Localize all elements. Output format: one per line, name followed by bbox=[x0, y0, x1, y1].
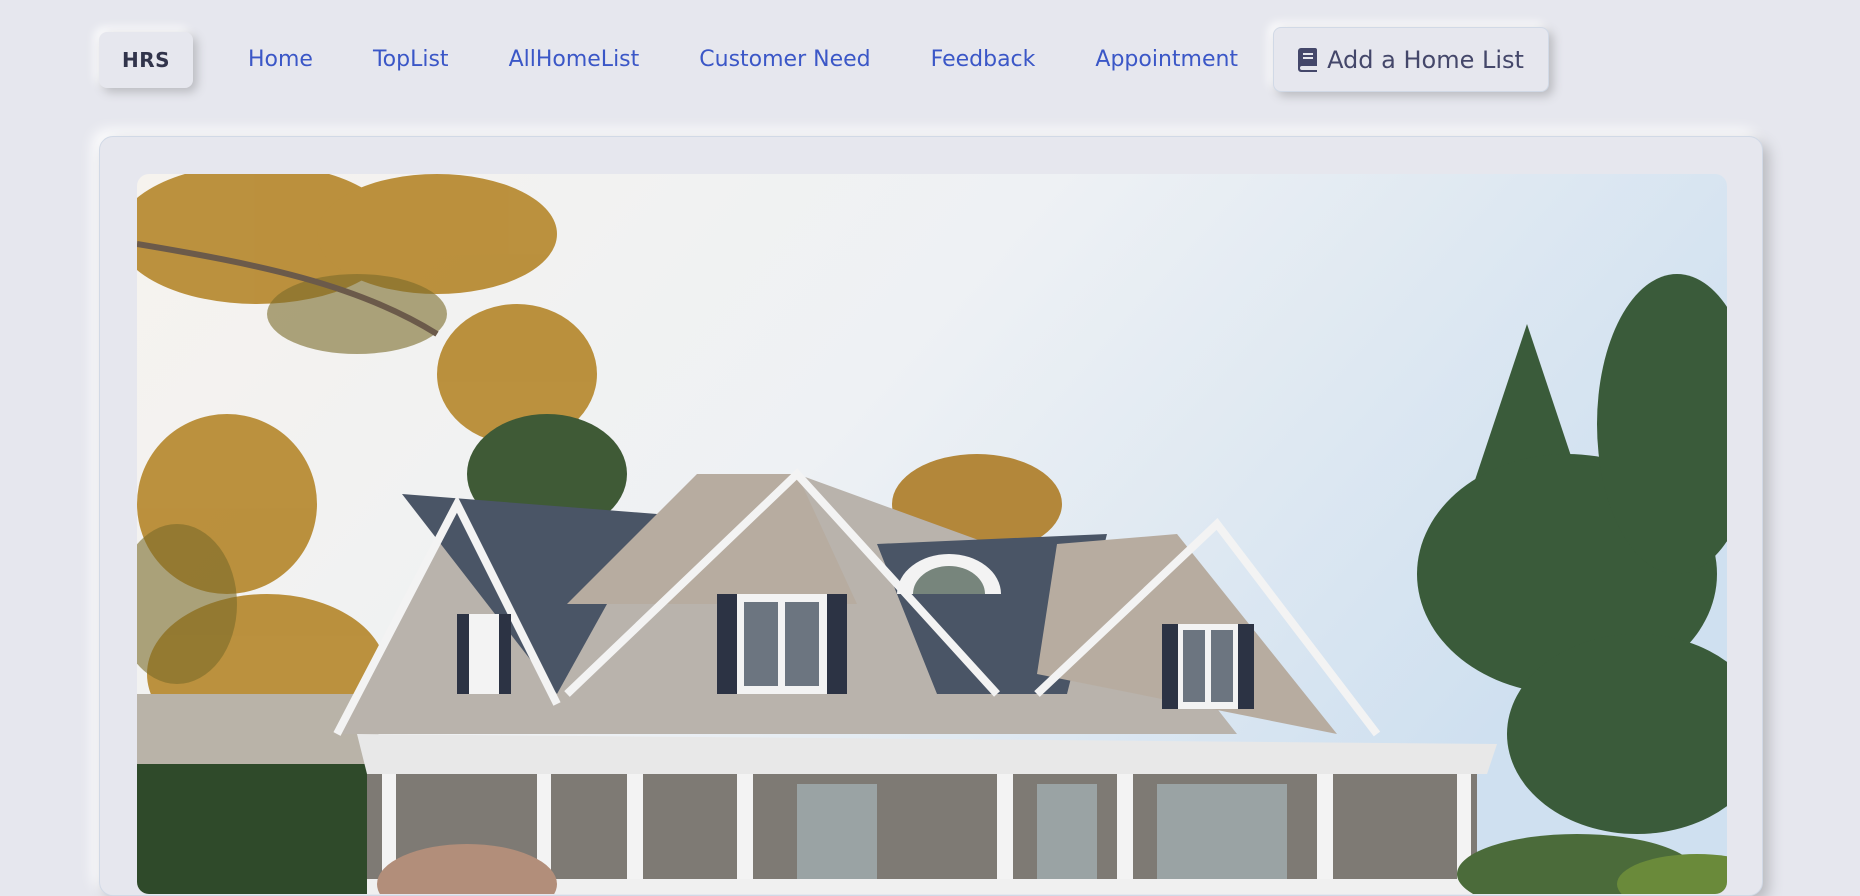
add-home-list-label: Add a Home List bbox=[1327, 45, 1524, 74]
navbar: HRS Home TopList AllHomeList Customer Ne… bbox=[99, 27, 1549, 92]
nav-link-appointment[interactable]: Appointment bbox=[1095, 47, 1238, 72]
nav-link-home[interactable]: Home bbox=[248, 47, 313, 72]
house-photo bbox=[137, 174, 1727, 894]
nav-links: Home TopList AllHomeList Customer Need F… bbox=[248, 47, 1238, 72]
add-home-list-button[interactable]: Add a Home List bbox=[1273, 27, 1549, 92]
nav-link-feedback[interactable]: Feedback bbox=[931, 47, 1036, 72]
brand-label: HRS bbox=[121, 47, 171, 72]
nav-link-allhomelist[interactable]: AllHomeList bbox=[509, 47, 640, 72]
book-icon bbox=[1298, 47, 1318, 72]
nav-link-toplist[interactable]: TopList bbox=[373, 47, 449, 72]
brand-logo[interactable]: HRS bbox=[99, 31, 193, 88]
nav-link-customer-need[interactable]: Customer Need bbox=[699, 47, 870, 72]
hero-card bbox=[99, 136, 1763, 896]
